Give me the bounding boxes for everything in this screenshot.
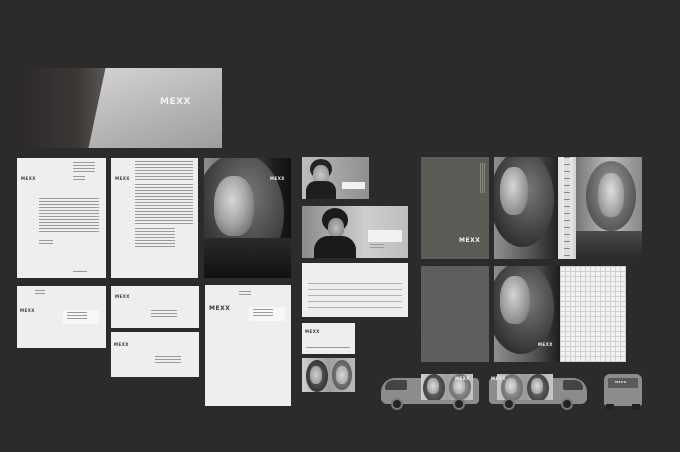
- envelope-dl-2-logo: MEXX: [115, 294, 130, 299]
- business-card-photo-2: [302, 206, 408, 258]
- van-rear-logo: MEXX: [615, 380, 627, 384]
- van-side-2-logo: MEXX: [491, 376, 506, 381]
- cover-logo: MEXX: [160, 97, 191, 107]
- cover-photo: MEXX: [17, 68, 222, 148]
- letterhead-1-logo: MEXX: [21, 176, 36, 181]
- letterhead-2: MEXX: [111, 158, 198, 278]
- compliment-slip: [302, 263, 408, 317]
- envelope-dl-3-logo: MEXX: [114, 342, 129, 347]
- notebook-logo: MEXX: [538, 342, 553, 347]
- folder-woman-photo: MEXX: [204, 158, 291, 278]
- small-card-logo-text: MEXX: [305, 329, 320, 334]
- letterhead-2-logo: MEXX: [115, 176, 130, 181]
- textured-folder: [421, 266, 489, 362]
- small-card-logo: MEXX: [302, 323, 355, 354]
- envelope-dl-1: MEXX: [17, 286, 106, 348]
- van-rear: MEXX: [602, 370, 644, 412]
- van-side-1: MEXX: [381, 370, 483, 410]
- envelope-dl-3: MEXX: [111, 332, 199, 377]
- business-card-photo-1: [302, 157, 369, 199]
- brand-folder-logo: MEXX: [459, 237, 481, 244]
- brand-folder-cover: MEXX: [421, 157, 489, 259]
- notebook-open: MEXX: [494, 266, 626, 362]
- open-folder-spread: [494, 157, 642, 259]
- small-card-photos: [302, 358, 355, 392]
- envelope-dl-1-logo: MEXX: [20, 308, 35, 313]
- envelope-large: MEXX: [205, 285, 291, 406]
- van-side-1-logo: MEXX: [455, 376, 470, 381]
- van-side-2: MEXX: [489, 370, 589, 410]
- letterhead-1: MEXX: [17, 158, 106, 278]
- folder-woman-logo: MEXX: [270, 176, 285, 181]
- envelope-large-logo: MEXX: [209, 305, 231, 312]
- envelope-dl-2: MEXX: [111, 286, 199, 328]
